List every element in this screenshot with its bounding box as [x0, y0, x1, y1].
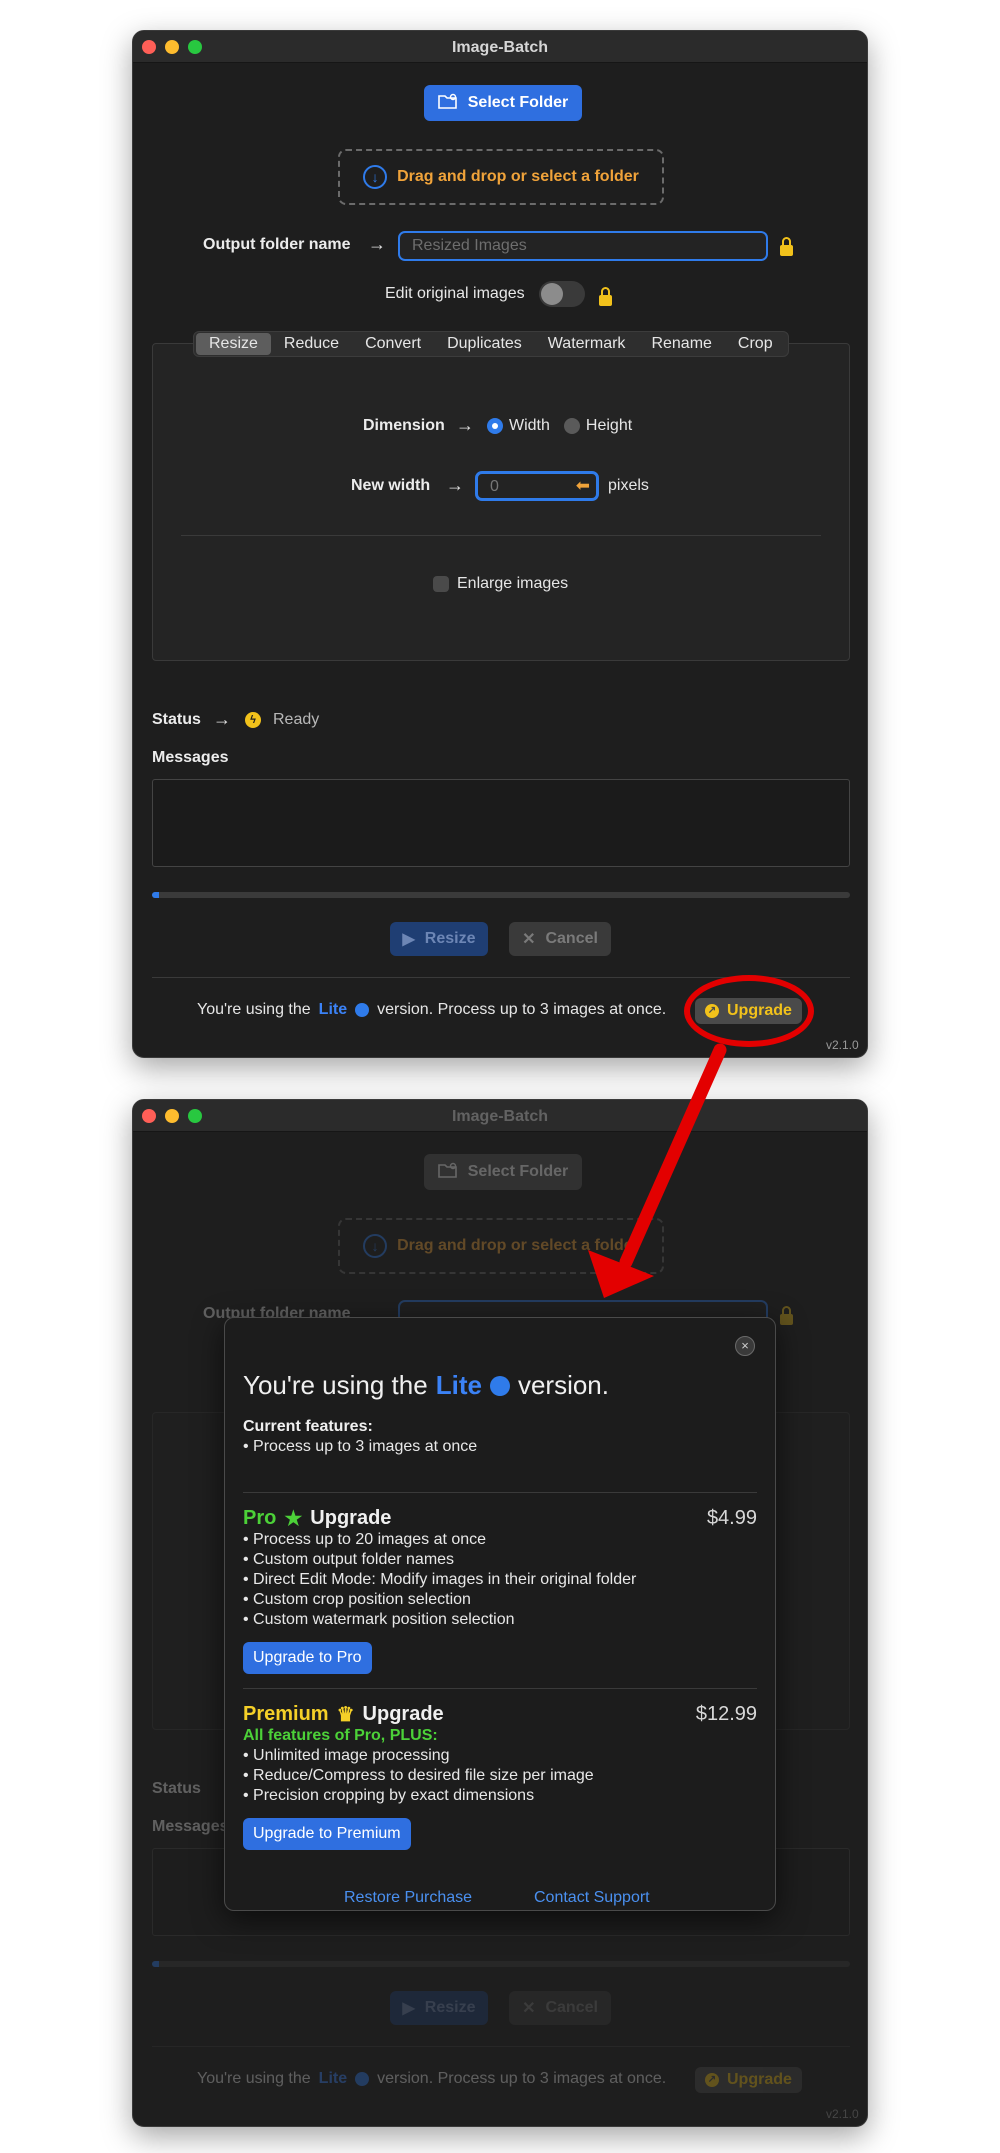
annotation-arrow: [588, 1043, 727, 1298]
